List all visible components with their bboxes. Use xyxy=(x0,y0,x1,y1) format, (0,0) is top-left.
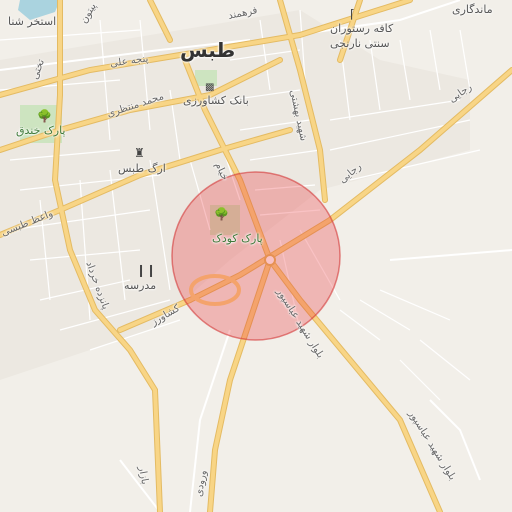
tree-icon[interactable]: 🌳 xyxy=(37,110,52,122)
arg-tabas-label: ارگ طبس xyxy=(118,162,166,175)
bank-icon[interactable]: ▩ xyxy=(205,82,214,94)
cafe-label-line2: سنتی نارنجی xyxy=(330,37,390,50)
cafe-icon[interactable]: ⌈ xyxy=(350,8,355,20)
castle-icon[interactable]: ♜ xyxy=(134,147,145,159)
map-canvas xyxy=(0,0,512,512)
city-label: طبس xyxy=(180,38,236,62)
park-kodak-label: پارک کودک xyxy=(212,232,263,245)
tree-icon[interactable]: 🌳 xyxy=(214,208,229,220)
map-view[interactable]: 🌳 🌳 ♜ ❙❙ ▩ ⌈ طبس پارک کودک پارک خندق ارگ… xyxy=(0,0,512,512)
pool-label: استخر شنا xyxy=(8,15,57,28)
cafe-label-line1: کافه رستوران xyxy=(330,22,394,35)
madrese-label: مدرسه xyxy=(124,279,157,292)
park-khandagh-label: پارک خندق xyxy=(16,124,66,137)
location-radius-circle[interactable] xyxy=(171,171,341,341)
place-label-hellenistic: ماندگاری xyxy=(452,3,493,16)
bank-label: بانک کشاورزی xyxy=(183,94,249,107)
school-icon[interactable]: ❙❙ xyxy=(136,264,156,276)
